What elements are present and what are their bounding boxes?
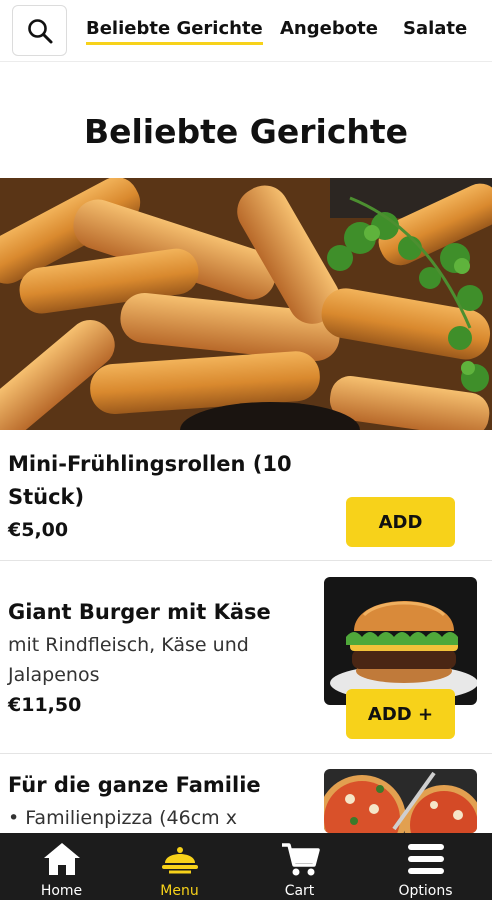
tab-beliebte-gerichte[interactable]: Beliebte Gerichte: [86, 18, 263, 45]
nav-options[interactable]: Options: [364, 833, 487, 900]
item-price: €5,00: [8, 519, 69, 541]
nav-cart[interactable]: Cart: [238, 833, 361, 900]
home-icon: [43, 843, 80, 875]
item-name: Giant Burger mit Käse: [8, 600, 271, 624]
top-bar: Beliebte Gerichte Angebote Salate: [0, 0, 492, 62]
menu-item-fuer-die-ganze-familie[interactable]: Für die ganze Familie • Familienpizza (4…: [0, 754, 492, 834]
add-button[interactable]: ADD: [346, 497, 455, 547]
cart-icon: [281, 843, 320, 876]
search-button[interactable]: [12, 5, 67, 56]
item-image-burger[interactable]: [324, 577, 477, 705]
add-plus-button[interactable]: ADD +: [346, 689, 455, 739]
hero-image-spring-rolls[interactable]: [0, 178, 492, 430]
nav-menu-label: Menu: [160, 883, 199, 899]
item-price: €11,50: [8, 694, 82, 716]
item-description: • Familienpizza (46cm x: [8, 807, 237, 829]
menu-icon: [161, 847, 198, 874]
options-icon: [407, 844, 444, 874]
item-name-line2: Stück): [8, 485, 85, 509]
nav-home[interactable]: Home: [0, 833, 123, 900]
item-name: Mini-Frühlingsrollen (10: [8, 452, 292, 476]
section-title: Beliebte Gerichte: [83, 112, 409, 151]
item-image-pizza[interactable]: [324, 769, 477, 833]
bottom-navigation: Home Menu Cart Options: [0, 833, 492, 900]
nav-cart-label: Cart: [284, 883, 315, 899]
search-icon: [27, 18, 52, 43]
tab-salate[interactable]: Salate: [403, 18, 467, 39]
item-name: Für die ganze Familie: [8, 773, 261, 797]
nav-home-label: Home: [40, 883, 83, 899]
tab-angebote[interactable]: Angebote: [280, 18, 378, 39]
nav-options-label: Options: [398, 883, 453, 899]
menu-item-mini-fruehlingsrollen[interactable]: Mini-Frühlingsrollen (10 Stück) €5,00 AD…: [0, 430, 492, 560]
item-description: mit Rindfleisch, Käse und: [8, 634, 249, 656]
menu-item-giant-burger[interactable]: Giant Burger mit Käse mit Rindfleisch, K…: [0, 561, 492, 753]
nav-menu[interactable]: Menu: [118, 833, 241, 900]
item-description-line2: Jalapenos: [8, 664, 100, 686]
